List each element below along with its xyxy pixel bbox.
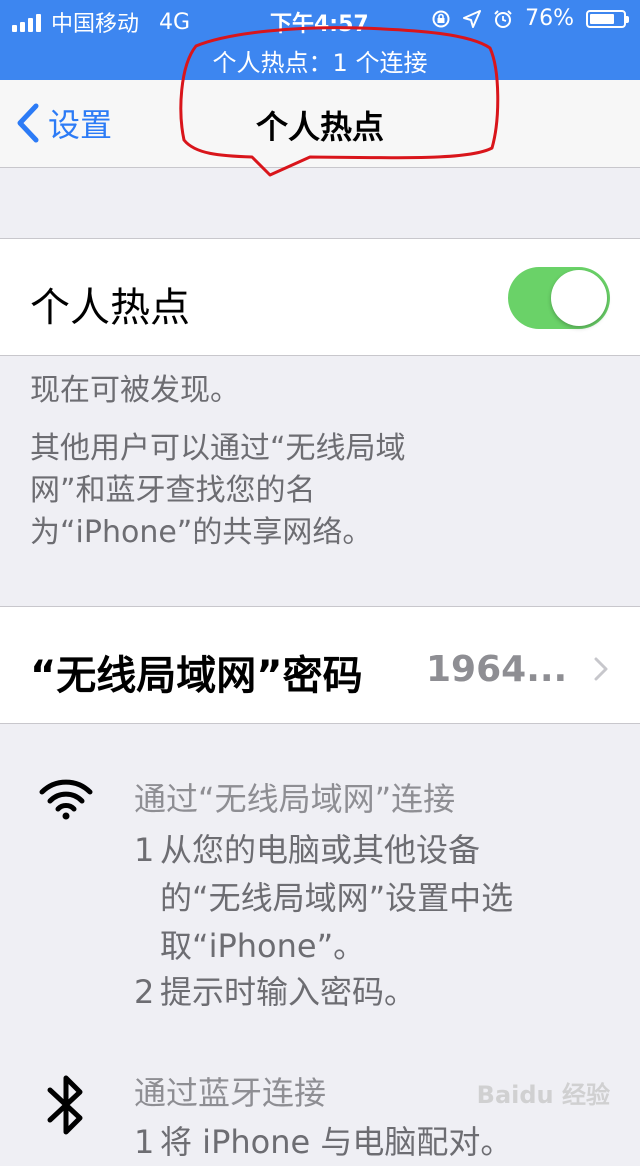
battery-percent: 76% xyxy=(525,6,574,31)
status-bar: 中国移动 4G 下午4:57 76% xyxy=(0,0,640,40)
carrier-name: 中国移动 xyxy=(51,12,140,37)
toggle-knob xyxy=(551,270,607,326)
hotspot-label: 个人热点 xyxy=(30,285,190,331)
location-icon xyxy=(463,9,482,28)
battery-fill xyxy=(590,13,615,24)
chevron-right-icon xyxy=(594,657,608,681)
navigation-bar: 设置 个人热点 xyxy=(0,80,640,168)
rotation-lock-icon xyxy=(432,10,450,27)
hotspot-toggle[interactable] xyxy=(508,267,610,329)
step-number: 2 xyxy=(134,973,155,1011)
hotspot-connection-banner[interactable]: 个人热点：1 个连接 xyxy=(0,40,640,80)
wifi-instructions-title: 通过“无线局域网”连接 xyxy=(134,780,456,818)
hotspot-toggle-row: 个人热点 xyxy=(0,238,640,356)
wifi-icon xyxy=(39,779,93,820)
step-text: 提示时输入密码。 xyxy=(160,973,417,1011)
wifi-password-row[interactable]: “无线局域网”密码 1964... xyxy=(0,606,640,724)
hotspot-description: 其他用户可以通过“无线局域 网”和蓝牙查找您的名 为“iPhone”的共享网络。 xyxy=(30,431,406,550)
status-bar-left: 中国移动 4G xyxy=(12,6,190,38)
signal-icon xyxy=(12,12,41,32)
step-number: 1 xyxy=(134,1123,155,1161)
page-title: 个人热点 xyxy=(255,108,384,146)
step-text: 从您的电脑或其他设备 的“无线局域网”设置中选 取“iPhone”。 xyxy=(160,831,514,965)
bluetooth-icon xyxy=(47,1075,83,1135)
battery-icon xyxy=(586,9,629,28)
alarm-icon xyxy=(494,9,512,28)
network-type: 4G xyxy=(159,9,191,35)
wifi-password-label: “无线局域网”密码 xyxy=(30,653,363,699)
step-number: 1 xyxy=(134,831,155,869)
bluetooth-instructions-title: 通过蓝牙连接 xyxy=(134,1074,327,1112)
status-bar-right: 76% xyxy=(431,6,629,31)
watermark: Baidu 经验 xyxy=(476,1081,610,1109)
step-text: 将 iPhone 与电脑配对。 xyxy=(160,1123,513,1161)
status-time: 下午4:57 xyxy=(270,12,369,37)
discoverable-text: 现在可被发现。 xyxy=(30,373,240,408)
wifi-password-value: 1964... xyxy=(426,649,568,690)
